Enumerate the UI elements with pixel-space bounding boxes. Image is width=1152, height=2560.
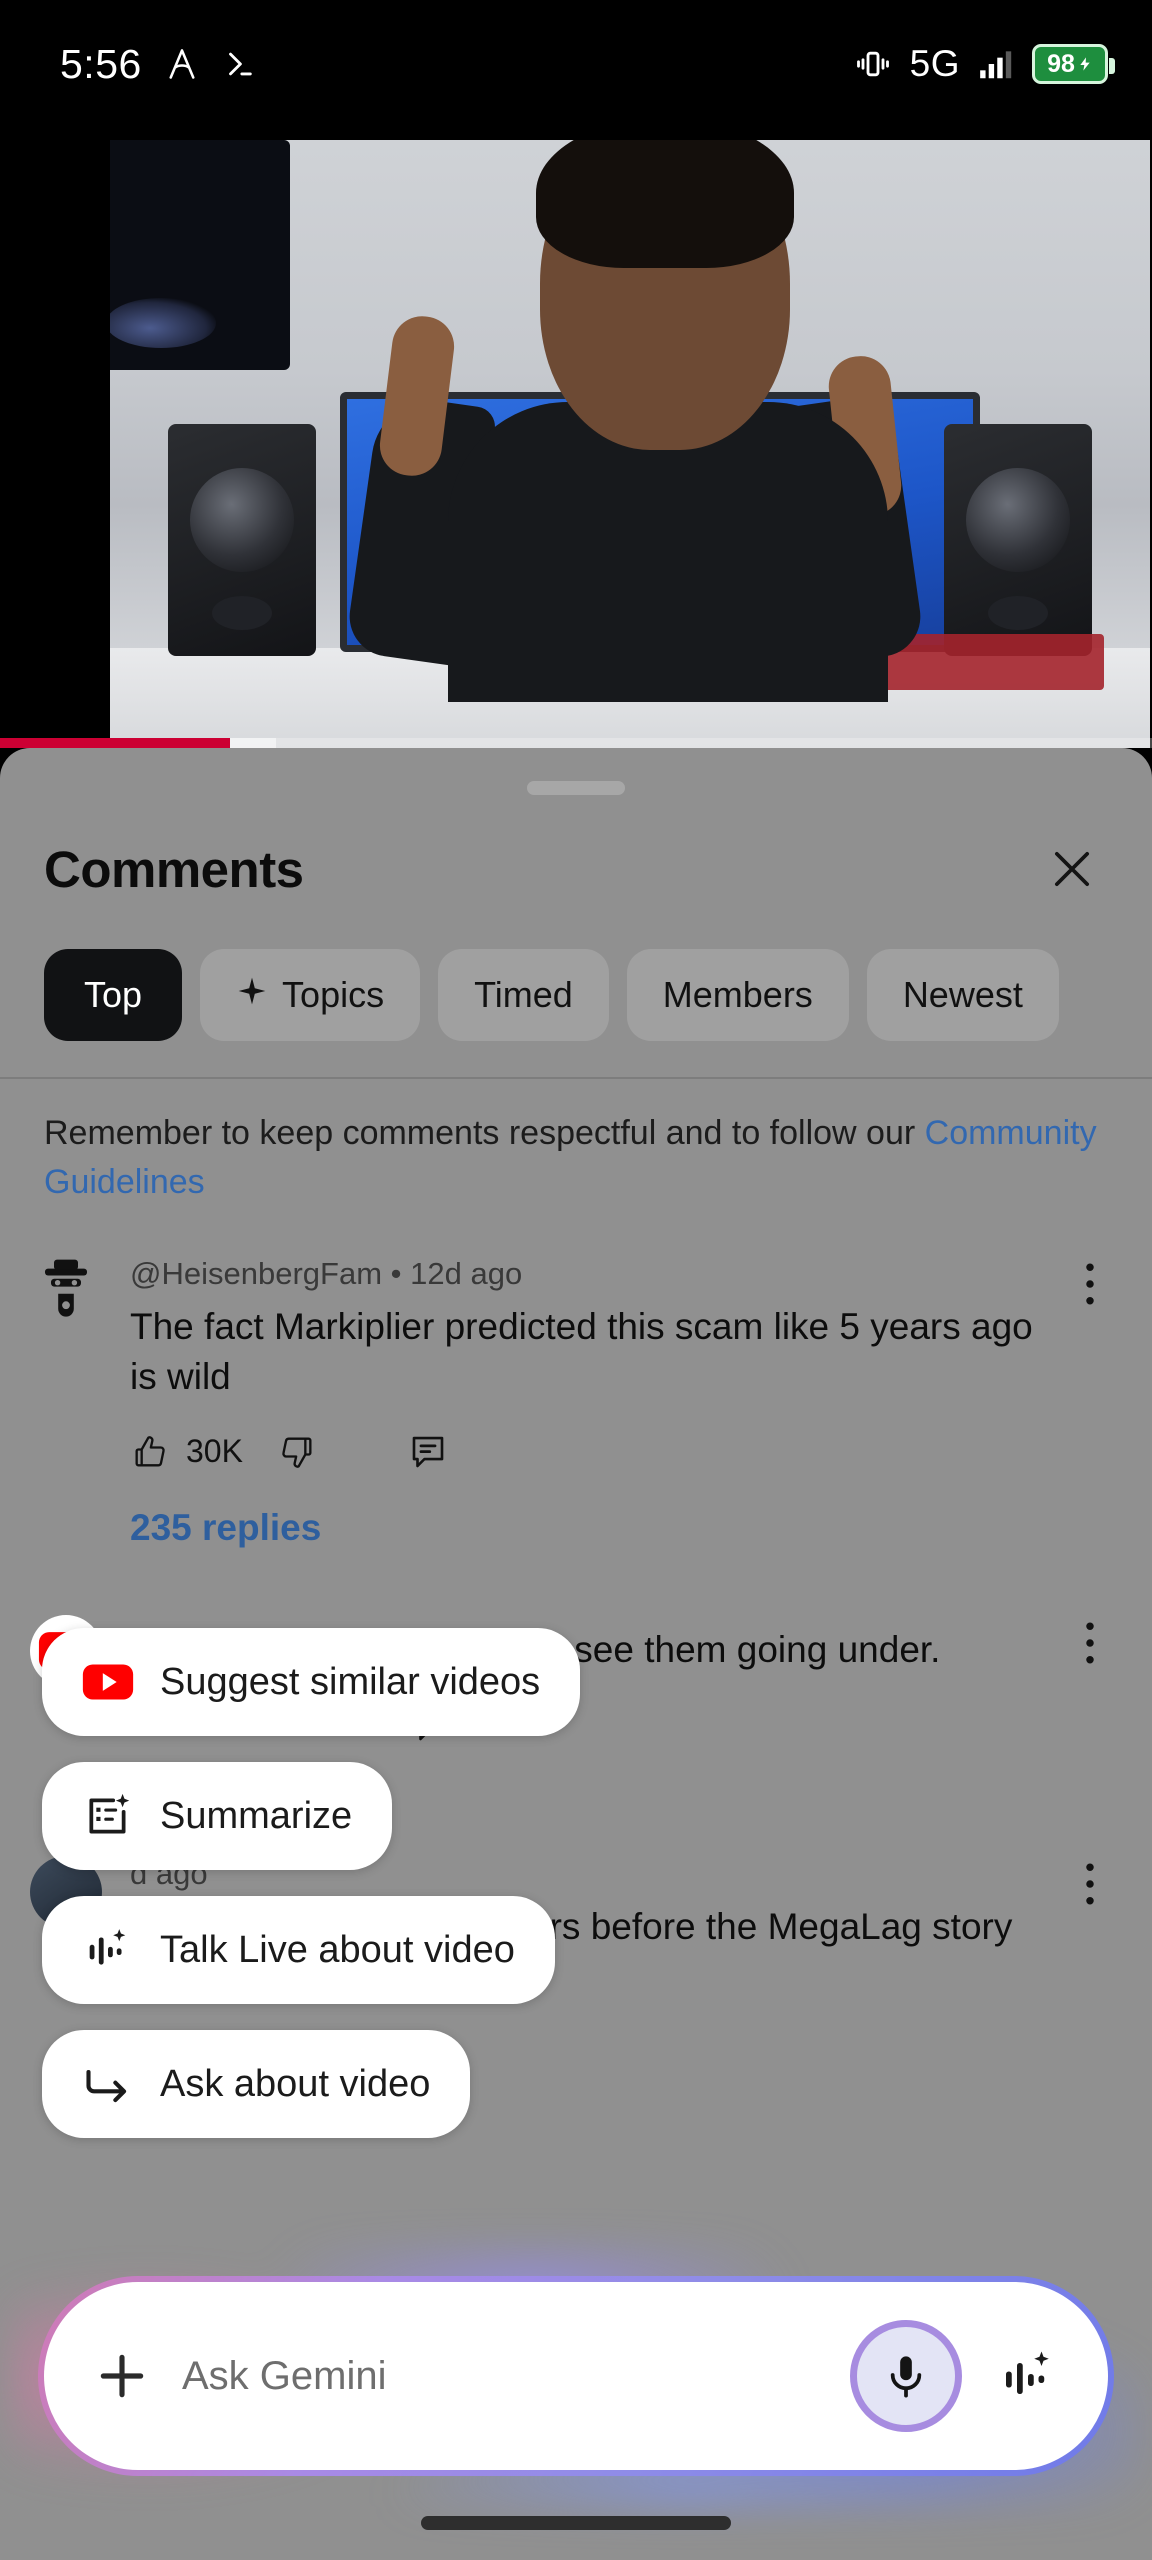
terminal-prompt-icon (222, 46, 256, 82)
status-bar-right: 5G 98 (852, 43, 1115, 85)
vibrate-icon (852, 44, 894, 84)
youtube-play-icon (82, 1656, 134, 1708)
sparkle-icon (236, 974, 268, 1016)
comment-meta-separator: • (390, 1255, 402, 1291)
phone-screen: 5:56 5G 98 Comments Top Topics Timed Mem… (0, 0, 1152, 2560)
guidelines-text: Remember to keep comments respectful and… (44, 1114, 925, 1152)
chip-label: Timed (474, 974, 573, 1015)
suggestion-label: Talk Live about video (160, 1928, 515, 1971)
like-count: 30K (186, 1433, 243, 1470)
video-frame (110, 140, 1150, 748)
suggestion-ask-about-video[interactable]: Ask about video (42, 2030, 471, 2138)
status-bar: 5:56 5G 98 (0, 0, 1152, 128)
chip-timed[interactable]: Timed (438, 949, 609, 1041)
suggestion-label: Suggest similar videos (160, 1660, 541, 1703)
video-progress-fill (0, 738, 231, 748)
comment-overflow-menu-icon[interactable] (1068, 1256, 1112, 1549)
plus-icon[interactable] (92, 2346, 152, 2406)
close-icon[interactable] (1036, 833, 1108, 905)
dislike-button[interactable] (277, 1432, 317, 1472)
arrow-turn-right-icon (82, 2058, 134, 2110)
suggestion-suggest-similar-videos[interactable]: Suggest similar videos (42, 1628, 581, 1736)
waveform-sparkle-icon[interactable] (992, 2340, 1064, 2412)
chip-top[interactable]: Top (44, 949, 183, 1041)
summarize-sparkle-icon (82, 1790, 134, 1842)
comment-body: @HeisenbergFam • 12d ago The fact Markip… (130, 1256, 1040, 1549)
suggestion-summarize[interactable]: Summarize (42, 1762, 393, 1870)
heisenberg-hat-avatar[interactable] (30, 1256, 102, 1328)
chip-label: Topics (282, 974, 385, 1015)
comments-header: Comments (0, 795, 1152, 905)
chip-label: Top (84, 974, 143, 1015)
sheet-drag-handle[interactable] (527, 781, 625, 795)
suggestion-talk-live-about-video[interactable]: Talk Live about video (42, 1896, 555, 2004)
battery-percent-label: 98 (1047, 49, 1075, 78)
network-type-label: 5G (909, 43, 960, 84)
comment-filter-chips: Top Topics Timed Members Newest (0, 905, 1152, 1041)
suggestion-label: Summarize (160, 1794, 353, 1837)
chip-label: Members (662, 974, 813, 1015)
comment-overflow-menu-icon[interactable] (1068, 1856, 1112, 2003)
comment-meta: @HeisenbergFam • 12d ago (130, 1256, 1040, 1292)
waveform-sparkle-icon (82, 1924, 134, 1976)
video-scene-person-hair (536, 140, 794, 268)
reply-button[interactable] (407, 1431, 449, 1473)
replies-toggle[interactable]: 235 replies (130, 1507, 1040, 1549)
comment-timestamp: 12d ago (410, 1255, 523, 1291)
battery-charging-icon: 98 (1032, 44, 1115, 84)
gemini-input-bar[interactable]: Ask Gemini (38, 2276, 1114, 2476)
comment-text: The fact Markiplier predicted this scam … (130, 1305, 1033, 1398)
video-progress-buffer (230, 738, 277, 748)
microphone-icon[interactable] (850, 2320, 962, 2432)
video-scene-left-monitor (110, 140, 290, 370)
gemini-input-placeholder[interactable]: Ask Gemini (182, 2354, 820, 2399)
page-title: Comments (44, 840, 304, 898)
signal-bars-icon (976, 45, 1016, 83)
suggestion-label: Ask about video (160, 2062, 431, 2105)
status-time: 5:56 (60, 40, 142, 87)
home-indicator[interactable] (421, 2516, 731, 2530)
chip-members[interactable]: Members (626, 949, 849, 1041)
video-scene-speaker-right (944, 424, 1092, 656)
comment-item: @HeisenbergFam • 12d ago The fact Markip… (0, 1208, 1152, 1549)
like-button[interactable]: 30K (130, 1432, 243, 1472)
chip-label: Newest (902, 974, 1023, 1015)
chip-newest[interactable]: Newest (866, 949, 1059, 1041)
comment-overflow-menu-icon[interactable] (1068, 1615, 1112, 1746)
video-scene-speaker-left (168, 424, 316, 656)
comment-actions: 30K (130, 1431, 1040, 1473)
chip-topics[interactable]: Topics (200, 949, 421, 1041)
status-bar-left: 5:56 (60, 41, 256, 88)
video-progress-bar[interactable] (0, 738, 1152, 748)
video-player[interactable] (0, 128, 1152, 748)
gemini-suggestion-list: Suggest similar videos Summarize Talk Li… (42, 1628, 581, 2138)
assistant-a-icon (164, 45, 200, 83)
community-guidelines-notice: Remember to keep comments respectful and… (0, 1079, 1152, 1208)
comment-author[interactable]: @HeisenbergFam (130, 1256, 382, 1291)
